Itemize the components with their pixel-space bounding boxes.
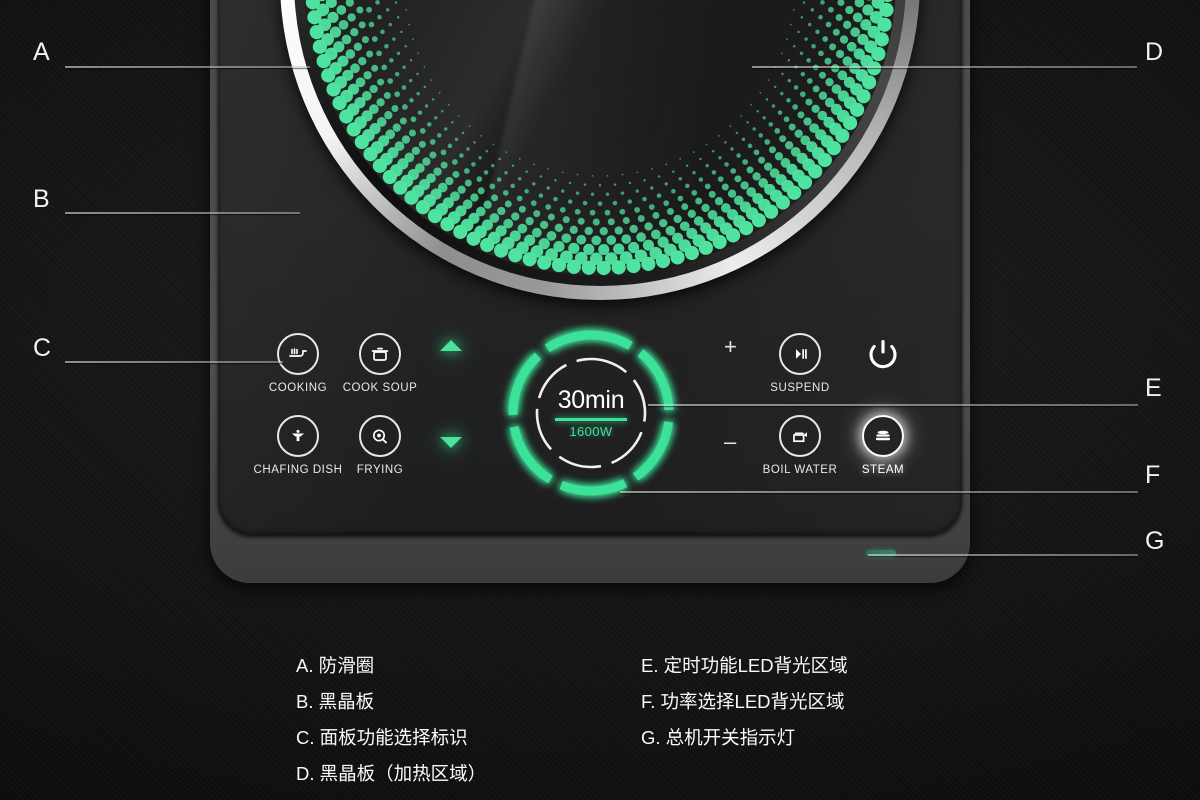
callout-line-c [65, 361, 283, 363]
callout-line-g [868, 554, 1138, 556]
legend-column-right: E. 定时功能LED背光区域 F. 功率选择LED背光区域 G. 总机开关指示灯 [641, 648, 956, 792]
legend-item: F. 功率选择LED背光区域 [641, 691, 845, 712]
heating-zone-glass [304, 0, 896, 276]
callout-label-a: A [33, 38, 51, 66]
triangle-down-icon[interactable] [440, 437, 462, 448]
dial-divider [555, 417, 627, 422]
decrease-button[interactable]: – [724, 431, 736, 453]
chafing-dish-icon [277, 415, 319, 457]
legend-item: D. 黑晶板（加热区域） [296, 763, 487, 784]
button-power[interactable] [828, 333, 938, 384]
callout-label-g: G [1145, 527, 1165, 555]
button-steam[interactable]: STEAM [828, 415, 938, 476]
button-label: FRYING [356, 464, 404, 476]
soup-pot-icon [359, 333, 401, 375]
callout-label-c: C [33, 334, 52, 362]
increase-button[interactable]: + [724, 336, 737, 358]
power-icon [861, 333, 905, 377]
triangle-up-icon[interactable] [440, 340, 462, 351]
button-label: STEAM [861, 464, 905, 476]
button-cook-soup[interactable]: COOK SOUP [325, 333, 435, 394]
callout-line-d [752, 66, 1137, 68]
callout-label-b: B [33, 185, 51, 213]
callout-line-e [648, 404, 1138, 406]
callout-label-d: D [1145, 38, 1164, 66]
frying-pan-icon [359, 415, 401, 457]
button-label: COOK SOUP [342, 382, 418, 394]
callout-label-f: F [1145, 461, 1161, 489]
callout-line-f [620, 491, 1138, 493]
steamer-icon [862, 415, 904, 457]
callout-label-e: E [1145, 374, 1163, 402]
legend-column-left: A. 防滑圈 B. 黑晶板 C. 面板功能选择标识 D. 黑晶板（加热区域） [296, 648, 641, 792]
callout-line-b [65, 212, 300, 214]
legend-item: A. 防滑圈 [296, 655, 375, 676]
halftone-dot-pattern [305, 0, 894, 276]
callout-line-a [65, 66, 310, 68]
timer-value: 30min [557, 385, 625, 414]
power-value: 1600W [569, 424, 613, 440]
legend: A. 防滑圈 B. 黑晶板 C. 面板功能选择标识 D. 黑晶板（加热区域） E… [296, 648, 956, 792]
heating-zone [280, 0, 920, 300]
button-frying[interactable]: FRYING [325, 415, 435, 476]
play-pause-icon [779, 333, 821, 375]
legend-item: C. 面板功能选择标识 [296, 727, 468, 748]
legend-item: B. 黑晶板 [296, 691, 375, 712]
stove-grill-icon [277, 333, 319, 375]
legend-item: E. 定时功能LED背光区域 [641, 655, 848, 676]
kettle-icon [779, 415, 821, 457]
legend-item: G. 总机开关指示灯 [641, 727, 796, 748]
dial-readout: 30min 1600W [505, 327, 677, 499]
timer-power-dial[interactable]: 30min 1600W [505, 327, 677, 499]
diagram-background: COOKING COOK SOUP CHAFING DISH FRYING 30… [0, 0, 1200, 800]
